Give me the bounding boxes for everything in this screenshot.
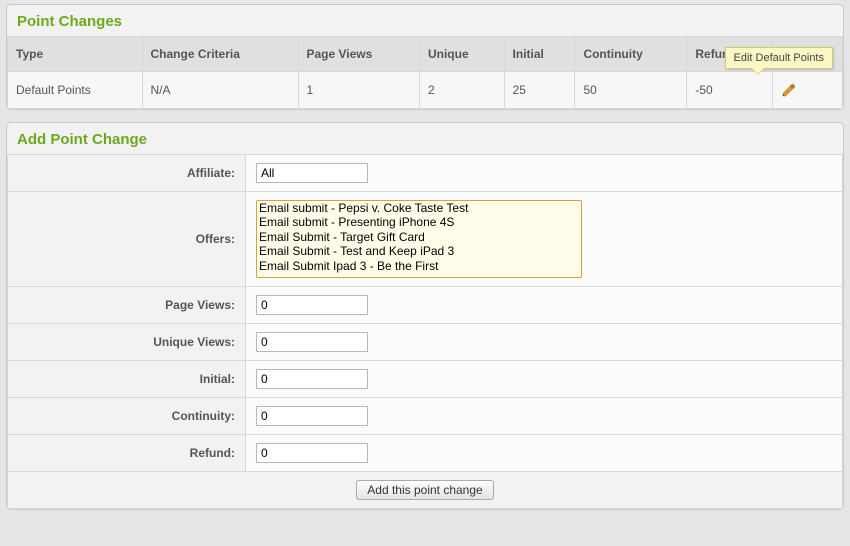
affiliate-input[interactable] [256,163,368,183]
add-point-change-form: Affiliate: Offers: Email submit - Pepsi … [7,154,843,509]
label-offers: Offers: [8,192,246,287]
cell-criteria: N/A [142,72,298,109]
offer-option[interactable]: Email Submit Ipad 3 - Be the First [257,259,581,273]
unique-views-input[interactable] [256,332,368,352]
edit-default-points-tooltip: Edit Default Points [725,47,834,69]
cell-initial: 25 [504,72,575,109]
refund-input[interactable] [256,443,368,463]
offer-option[interactable]: Email Submit - Test and Keep iPad 3 [257,244,581,258]
continuity-input[interactable] [256,406,368,426]
point-changes-table: Type Change Criteria Page Views Unique I… [7,36,843,109]
label-initial: Initial: [8,361,246,398]
point-changes-title: Point Changes [7,5,843,36]
label-unique-views: Unique Views: [8,324,246,361]
col-initial: Initial [504,37,575,72]
page-views-input[interactable] [256,295,368,315]
offers-select[interactable]: Email submit - Pepsi v. Coke Taste Test … [256,200,582,278]
cell-continuity: 50 [575,72,687,109]
label-continuity: Continuity: [8,398,246,435]
cell-page-views: 1 [298,72,419,109]
offer-option[interactable]: Email Submit - Target Gift Card [257,230,581,244]
label-refund: Refund: [8,435,246,472]
add-point-change-button[interactable]: Add this point change [356,480,493,500]
col-criteria: Change Criteria [142,37,298,72]
point-changes-panel: Point Changes Edit Default Points Type C… [6,4,844,110]
label-page-views: Page Views: [8,287,246,324]
col-page-views: Page Views [298,37,419,72]
add-point-change-title: Add Point Change [7,123,843,154]
initial-input[interactable] [256,369,368,389]
cell-refund: -50 [687,72,773,109]
offer-option[interactable]: Email submit - Presenting iPhone 4S [257,215,581,229]
col-type: Type [8,37,143,72]
add-point-change-panel: Add Point Change Affiliate: Offers: Emai… [6,122,844,510]
offer-option[interactable]: Email submit - Pepsi v. Coke Taste Test [257,201,581,215]
pencil-icon[interactable] [781,82,834,98]
label-affiliate: Affiliate: [8,155,246,192]
table-header-row: Type Change Criteria Page Views Unique I… [8,37,843,72]
cell-unique: 2 [419,72,504,109]
col-unique: Unique [419,37,504,72]
table-row: Default Points N/A 1 2 25 50 -50 [8,72,843,109]
cell-type: Default Points [8,72,143,109]
col-continuity: Continuity [575,37,687,72]
